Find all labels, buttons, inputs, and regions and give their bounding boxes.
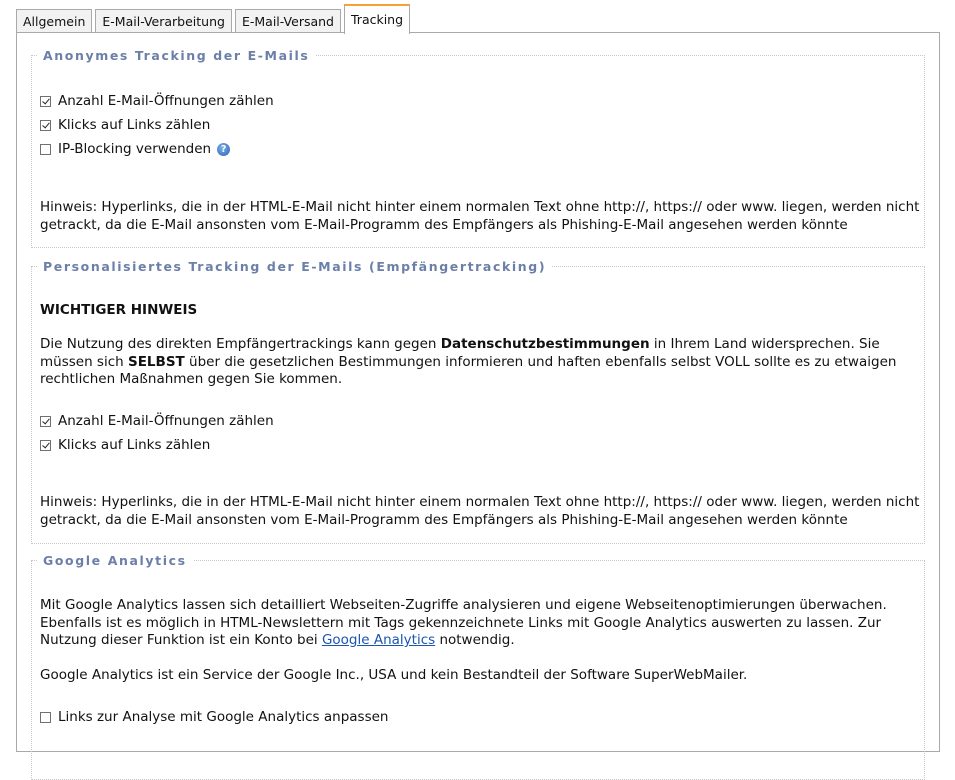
help-question-icon[interactable]: ? [217, 142, 231, 156]
anon-opens-label[interactable]: Anzahl E-Mail-Öffnungen zählen [58, 93, 274, 109]
ga-service-text: Google Analytics ist ein Service der Goo… [40, 667, 748, 683]
anon-ipblock-checkbox[interactable] [40, 143, 51, 155]
personal-opens-row: Anzahl E-Mail-Öffnungen zählen [40, 411, 274, 431]
ga-adjust-row: Links zur Analyse mit Google Analytics a… [40, 707, 388, 727]
tab-bar: Allgemein E-Mail-Verarbeitung E-Mail-Ver… [16, 4, 413, 34]
anon-clicks-label[interactable]: Klicks auf Links zählen [58, 117, 210, 133]
fieldset-google-analytics: Google Analytics Mit Google Analytics la… [31, 552, 925, 780]
personal-clicks-row: Klicks auf Links zählen [40, 435, 210, 455]
notice-text-part: Die Nutzung des direkten Empfängertracki… [40, 336, 441, 352]
ga-description: Mit Google Analytics lassen sich detaill… [40, 597, 920, 650]
notice-bold-datenschutz: Datenschutzbestimmungen [440, 336, 650, 352]
important-notice-text: Die Nutzung des direkten Empfängertracki… [40, 336, 920, 389]
anon-ipblock-row: IP-Blocking verwenden ? [40, 139, 231, 159]
tab-tracking[interactable]: Tracking [344, 4, 411, 34]
anon-opens-row: Anzahl E-Mail-Öffnungen zählen [40, 91, 274, 111]
tab-email-verarbeitung[interactable]: E-Mail-Verarbeitung [95, 9, 232, 33]
legend-google-analytics: Google Analytics [37, 552, 193, 569]
ga-desc-text: notwendig. [435, 632, 515, 648]
fieldset-personal-tracking: Personalisiertes Tracking der E-Mails (E… [31, 258, 925, 544]
tab-allgemein[interactable]: Allgemein [16, 9, 93, 33]
personal-clicks-label[interactable]: Klicks auf Links zählen [58, 437, 210, 453]
tab-panel-tracking: Anonymes Tracking der E-Mails Anzahl E-M… [16, 32, 940, 780]
ga-adjust-links-label[interactable]: Links zur Analyse mit Google Analytics a… [58, 709, 388, 725]
important-notice-title: WICHTIGER HINWEIS [40, 302, 198, 318]
ga-adjust-links-checkbox[interactable] [40, 711, 51, 723]
anon-ipblock-label[interactable]: IP-Blocking verwenden [58, 141, 211, 157]
personal-hint-text: Hinweis: Hyperlinks, die in der HTML-E-M… [40, 494, 920, 528]
notice-bold-selbst: SELBST [127, 353, 185, 370]
legend-personal-tracking: Personalisiertes Tracking der E-Mails (E… [37, 258, 553, 275]
anon-opens-checkbox[interactable] [40, 95, 51, 107]
tab-email-versand[interactable]: E-Mail-Versand [234, 9, 341, 33]
anon-clicks-checkbox[interactable] [40, 119, 51, 131]
personal-clicks-checkbox[interactable] [40, 439, 51, 451]
anon-hint-text: Hinweis: Hyperlinks, die in der HTML-E-M… [40, 199, 920, 233]
personal-opens-checkbox[interactable] [40, 415, 51, 427]
anon-clicks-row: Klicks auf Links zählen [40, 115, 210, 135]
google-analytics-link[interactable]: Google Analytics [322, 632, 435, 648]
fieldset-anonymous-tracking: Anonymes Tracking der E-Mails Anzahl E-M… [31, 47, 925, 248]
legend-anonymous-tracking: Anonymes Tracking der E-Mails [37, 47, 316, 64]
personal-opens-label[interactable]: Anzahl E-Mail-Öffnungen zählen [58, 413, 274, 429]
